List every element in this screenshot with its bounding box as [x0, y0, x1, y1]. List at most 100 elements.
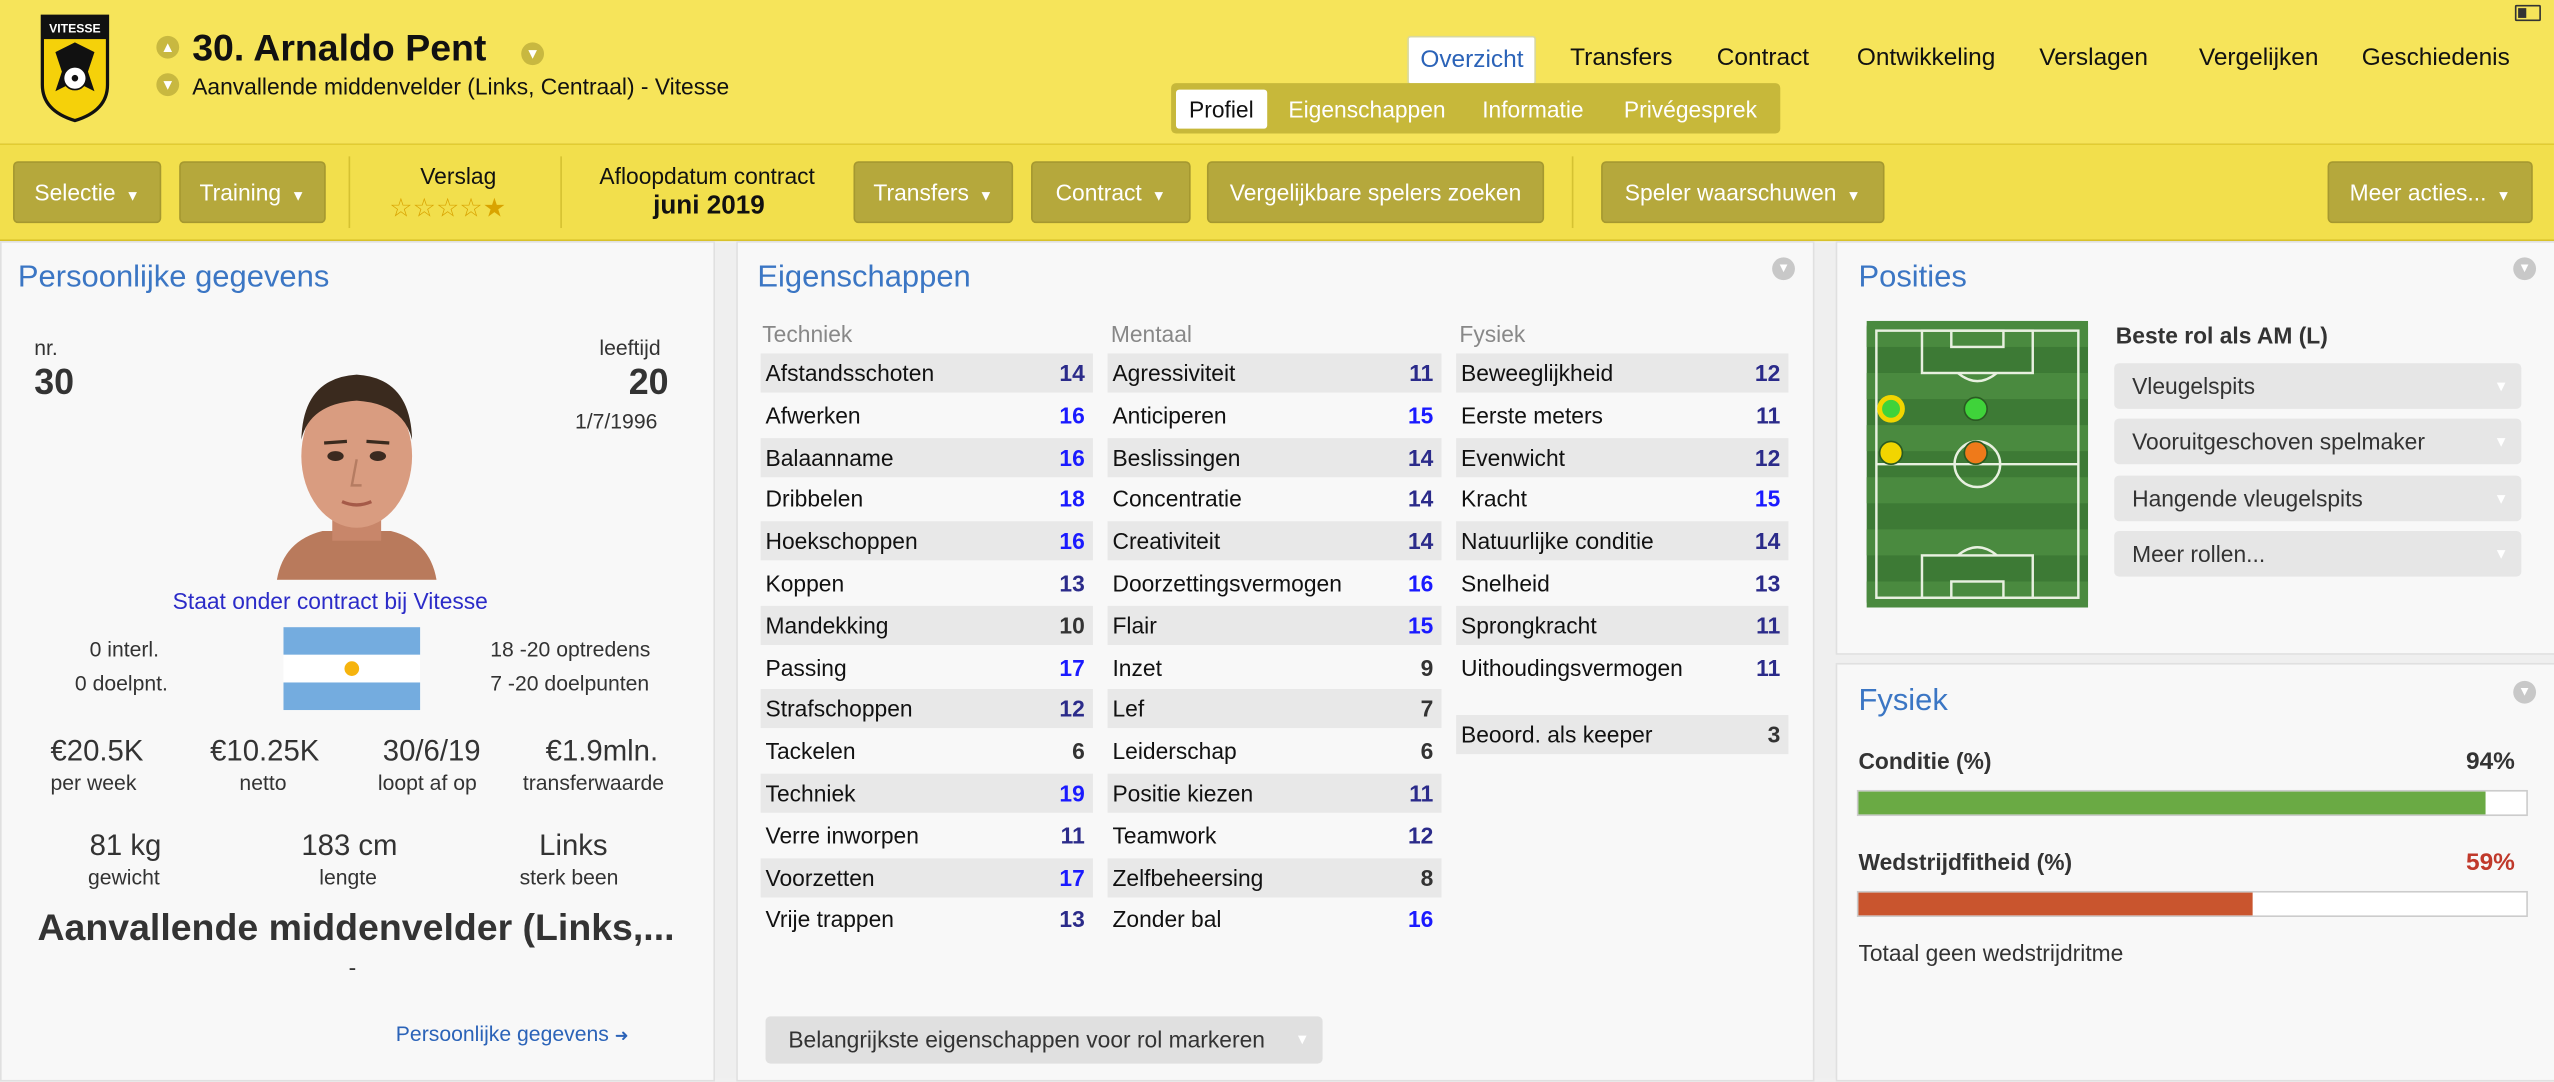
- attribute-value: 16: [1059, 401, 1085, 429]
- selectie-label: Selectie: [34, 179, 116, 206]
- next-player-icon[interactable]: ▼: [156, 73, 180, 97]
- attribute-row: Techniek 19: [760, 773, 1093, 813]
- subtab-privegesprek[interactable]: Privégesprek: [1611, 90, 1770, 129]
- attribute-value: 10: [1059, 612, 1085, 639]
- attribute-name: Mandekking: [765, 612, 889, 639]
- attribute-row: Tackelen 6: [760, 731, 1093, 771]
- attribute-name: Snelheid: [1461, 570, 1550, 597]
- attribute-value: 16: [1059, 528, 1085, 555]
- tab-contract[interactable]: Contract: [1705, 36, 1820, 82]
- attribute-row: Verre inworpen 11: [760, 815, 1093, 855]
- attribute-row: Creativiteit 14: [1107, 521, 1442, 561]
- personal-details-link[interactable]: Persoonlijke gegevens ➜: [396, 1021, 629, 1045]
- meer-rollen-button[interactable]: Meer rollen... ▼: [2114, 530, 2522, 577]
- net-wage-value: €10.25K: [210, 734, 320, 768]
- attribute-name: Balaanname: [765, 444, 894, 471]
- attribute-name: Beweeglijkheid: [1461, 359, 1614, 387]
- weight-value: 81 kg: [89, 829, 162, 862]
- subtab-profiel[interactable]: Profiel: [1175, 89, 1267, 129]
- speler-waarschuwen-button[interactable]: Speler waarschuwen ▼: [1601, 161, 1885, 224]
- contract-expiry-value: juni 2019: [653, 192, 765, 220]
- attribute-name: Zonder bal: [1112, 906, 1222, 933]
- training-button[interactable]: Training ▼: [179, 161, 326, 224]
- chevron-down-icon: ▼: [978, 187, 994, 204]
- battery-icon: [2514, 4, 2541, 22]
- attribute-name: Leiderschap: [1112, 738, 1237, 765]
- contract-label: Contract: [1055, 179, 1142, 206]
- role-label: Hangende vleugelspits: [2132, 485, 2363, 512]
- attribute-name: Verre inworpen: [765, 822, 919, 849]
- meer-acties-button[interactable]: Meer acties... ▼: [2327, 161, 2533, 224]
- collapse-icon[interactable]: ▼: [2513, 257, 2537, 281]
- attribute-row: Snelheid 13: [1456, 563, 1789, 603]
- attribute-value: 14: [1407, 528, 1434, 555]
- keeper-rating-label: Beoord. als keeper: [1461, 721, 1653, 748]
- attribute-row: Eerste meters 11: [1456, 395, 1789, 435]
- vergelijkbare-spelers-button[interactable]: Vergelijkbare spelers zoeken: [1206, 161, 1545, 224]
- attribute-row: Concentratie 14: [1107, 479, 1442, 519]
- training-label: Training: [199, 179, 282, 206]
- international-caps: 0 interl.: [89, 636, 160, 662]
- expiry-label: loopt af op: [377, 770, 477, 795]
- role-hangende-vleugelspits[interactable]: Hangende vleugelspits ▼: [2114, 475, 2522, 522]
- match-fitness-label: Wedstrijdfitheid (%): [1858, 848, 2073, 875]
- argentina-flag-icon: [283, 627, 421, 711]
- role-vleugelspits[interactable]: Vleugelspits ▼: [2114, 363, 2522, 409]
- attribute-value: 13: [1059, 906, 1085, 933]
- attribute-value: 12: [1059, 696, 1085, 723]
- role-label: Vooruitgeschoven spelmaker: [2132, 428, 2425, 455]
- attribute-value: 14: [1754, 528, 1781, 555]
- half-star-icon: ★: [482, 195, 507, 224]
- tab-geschiedenis[interactable]: Geschiedenis: [2350, 36, 2521, 82]
- contract-status-link[interactable]: Staat onder contract bij Vitesse: [173, 588, 488, 614]
- keeper-rating-value: 3: [1767, 721, 1781, 748]
- attribute-value: 13: [1754, 570, 1781, 597]
- previous-player-icon[interactable]: ▲: [156, 35, 180, 59]
- tab-transfers[interactable]: Transfers: [1559, 36, 1684, 82]
- condition-bar-fill: [1858, 791, 2487, 815]
- attribute-value: 12: [1754, 359, 1781, 387]
- position-marker-best: [1877, 394, 1905, 423]
- position-marker-unconvincing: [1963, 440, 1988, 466]
- match-fitness-bar-fill: [1858, 892, 2253, 916]
- transfer-value-label: transferwaarde: [522, 770, 665, 795]
- attribute-name: Uithoudingsvermogen: [1461, 654, 1683, 681]
- wage-value: €20.5K: [50, 734, 144, 768]
- collapse-icon[interactable]: ▼: [1772, 257, 1795, 281]
- attribute-row: Hoekschoppen 16: [760, 521, 1093, 561]
- subtab-informatie[interactable]: Informatie: [1469, 90, 1596, 129]
- attribute-name: Afstandsschoten: [765, 359, 935, 387]
- tab-verslagen[interactable]: Verslagen: [2028, 36, 2159, 82]
- attribute-row: Balaanname 16: [760, 437, 1093, 477]
- attribute-row: Beslissingen 14: [1107, 437, 1442, 477]
- attribute-row: Beweeglijkheid 12: [1456, 353, 1789, 393]
- role-vooruitgeschoven-spelmaker[interactable]: Vooruitgeschoven spelmaker ▼: [2114, 418, 2522, 465]
- tab-overzicht[interactable]: Overzicht: [1407, 35, 1537, 85]
- tab-vergelijken[interactable]: Vergelijken: [2187, 36, 2329, 82]
- personal-details-link-label: Persoonlijke gegevens: [395, 1021, 609, 1046]
- subtab-eigenschappen[interactable]: Eigenschappen: [1275, 90, 1458, 129]
- personal-panel-title: Persoonlijke gegevens: [17, 260, 330, 295]
- selectie-button[interactable]: Selectie ▼: [13, 161, 162, 224]
- attribute-name: Zelfbeheersing: [1112, 864, 1264, 891]
- contract-button[interactable]: Contract ▼: [1031, 161, 1191, 224]
- player-menu-icon[interactable]: ▼: [521, 42, 545, 66]
- verslag-stars[interactable]: ☆☆☆☆★: [389, 192, 506, 225]
- positions-panel-title: Posities: [1858, 260, 1967, 295]
- attribute-row: Teamwork 12: [1107, 815, 1442, 855]
- transfers-button[interactable]: Transfers ▼: [853, 161, 1014, 224]
- mentaal-heading: Mentaal: [1110, 320, 1192, 347]
- techniek-heading: Techniek: [762, 320, 853, 347]
- attribute-name: Afwerken: [765, 401, 861, 429]
- condition-value: 94%: [2466, 747, 2515, 776]
- match-rhythm-note: Totaal geen wedstrijdritme: [1858, 939, 2124, 966]
- mark-key-attributes-button[interactable]: Belangrijkste eigenschappen voor rol mar…: [765, 1016, 1323, 1064]
- toolbar-divider: [348, 156, 351, 229]
- attribute-row: Natuurlijke conditie 14: [1456, 521, 1789, 561]
- player-subtitle: Aanvallende middenvelder (Links, Centraa…: [192, 73, 730, 100]
- collapse-icon[interactable]: ▼: [2513, 680, 2537, 704]
- tab-ontwikkeling[interactable]: Ontwikkeling: [1845, 36, 2006, 82]
- attribute-value: 11: [1409, 780, 1434, 807]
- position-marker-natural: [1963, 396, 1988, 422]
- attribute-row: Agressiviteit 11: [1107, 353, 1442, 393]
